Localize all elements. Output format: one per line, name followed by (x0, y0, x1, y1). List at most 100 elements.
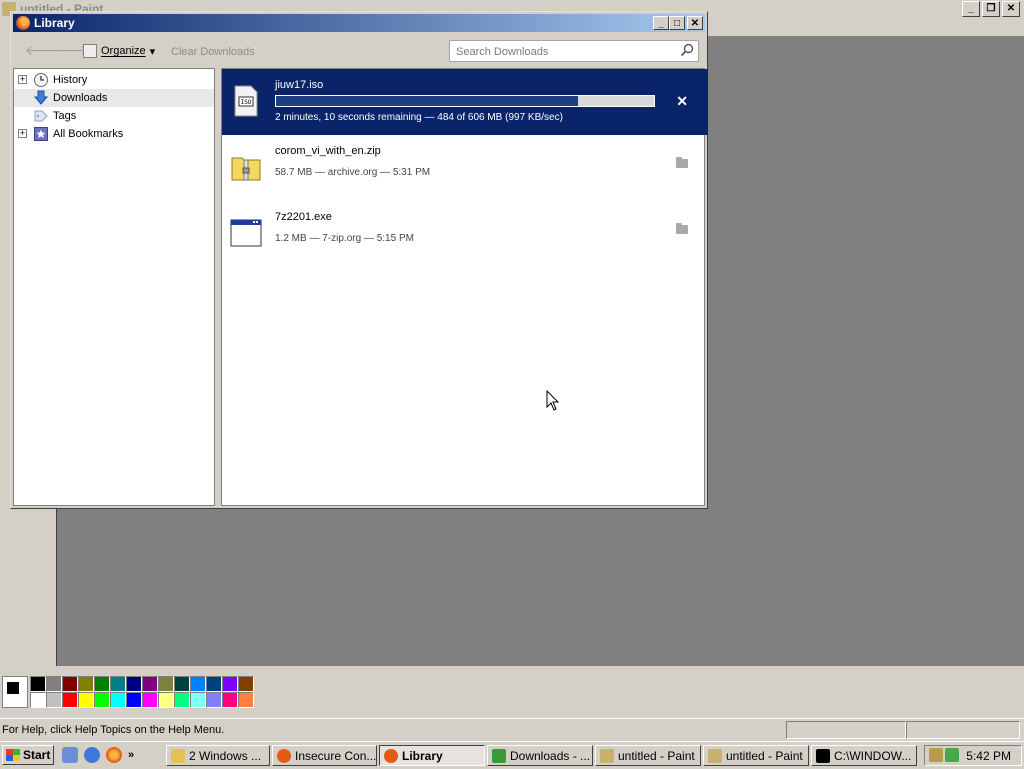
tree-item-all-bookmarks[interactable]: + All Bookmarks (14, 125, 214, 143)
palette-swatch[interactable] (62, 676, 78, 692)
taskbar-button[interactable]: 2 Windows ... (166, 745, 270, 766)
tree-item-tags[interactable]: Tags (14, 107, 214, 125)
open-folder-icon[interactable] (676, 223, 688, 234)
firefox-icon (16, 16, 30, 30)
download-filename: 7z2201.exe (275, 211, 332, 223)
palette-swatch[interactable] (158, 692, 174, 708)
taskbar-button[interactable]: untitled - Paint (595, 745, 701, 766)
downloads-list: ISO jiuw17.iso ✕ 2 minutes, 10 seconds rema… (221, 68, 708, 506)
open-folder-icon[interactable] (676, 157, 688, 168)
download-item[interactable]: 7z2201.exe 1.2 MB — 7-zip.org — 5:15 PM (222, 201, 708, 267)
bookmarks-star-icon (33, 126, 49, 142)
taskbar-button-label: untitled - Paint (726, 748, 803, 763)
download-filename: corom_vi_with_en.zip (275, 145, 381, 157)
clear-downloads-button[interactable]: Clear Downloads (171, 46, 255, 58)
expand-icon[interactable]: + (18, 129, 27, 138)
download-progress-bar (275, 95, 655, 107)
palette-swatch[interactable] (142, 692, 158, 708)
organize-label: Organize (101, 45, 146, 57)
taskbar-button[interactable]: C:\WINDOW... (811, 745, 917, 766)
close-button[interactable]: ✕ (687, 16, 703, 30)
chevron-down-icon: ▾ (149, 45, 156, 58)
clock-icon (33, 72, 49, 88)
system-tray: 5:42 PM (924, 745, 1022, 766)
palette-swatch[interactable] (222, 692, 238, 708)
tree-item-downloads[interactable]: Downloads (14, 89, 214, 107)
zip-archive-icon (230, 151, 262, 183)
download-status: 2 minutes, 10 seconds remaining — 484 of… (275, 112, 563, 123)
library-title-bar[interactable]: Library _ □ ✕ (13, 14, 705, 32)
expand-icon[interactable]: + (18, 75, 27, 84)
paint-minimize-button[interactable]: _ (962, 1, 980, 17)
quick-launch: » (62, 747, 134, 763)
palette-swatch[interactable] (238, 692, 254, 708)
palette-swatch[interactable] (190, 676, 206, 692)
status-cell-size (906, 721, 1020, 739)
paint-restore-button[interactable]: ❐ (982, 1, 1000, 17)
palette-swatch[interactable] (94, 692, 110, 708)
current-colors[interactable] (2, 676, 28, 708)
palette-swatch[interactable] (110, 692, 126, 708)
taskbar-button[interactable]: untitled - Paint (703, 745, 809, 766)
quick-launch-more-icon[interactable]: » (128, 749, 134, 761)
palette-swatch[interactable] (206, 692, 222, 708)
palette-swatch[interactable] (46, 676, 62, 692)
tray-network-icon[interactable] (945, 748, 959, 762)
palette-swatch[interactable] (206, 676, 222, 692)
library-title: Library (34, 16, 75, 30)
mouse-cursor-icon (546, 390, 560, 411)
firefox-icon[interactable] (106, 747, 122, 763)
paint-close-button[interactable]: ✕ (1002, 1, 1020, 17)
organize-icon (83, 44, 97, 58)
palette-swatch[interactable] (126, 692, 142, 708)
palette-swatch[interactable] (110, 676, 126, 692)
taskbar: Start » 2 Windows ... Insecure Con... Libr… (0, 741, 1024, 769)
downloads-icon (492, 748, 506, 763)
palette-swatch[interactable] (78, 692, 94, 708)
internet-explorer-icon[interactable] (84, 747, 100, 763)
download-item[interactable]: corom_vi_with_en.zip 58.7 MB — archive.or… (222, 135, 708, 201)
taskbar-button[interactable]: Insecure Con... (272, 745, 377, 766)
library-window: Library _ □ ✕ 🡐 🡒 Organize ▾ Clear Downl… (10, 11, 708, 509)
palette-swatch[interactable] (190, 692, 206, 708)
palette-swatch[interactable] (46, 692, 62, 708)
tray-app-icon[interactable] (929, 748, 943, 762)
cancel-download-icon[interactable]: ✕ (676, 93, 688, 110)
windows-logo-icon (6, 749, 20, 761)
palette-swatch[interactable] (30, 692, 46, 708)
taskbar-button[interactable]: Downloads - ... (487, 745, 593, 766)
download-status: 58.7 MB — archive.org — 5:31 PM (275, 167, 431, 178)
show-desktop-icon[interactable] (62, 747, 78, 763)
palette-swatch[interactable] (126, 676, 142, 692)
maximize-button[interactable]: □ (669, 16, 685, 30)
start-button[interactable]: Start (2, 745, 54, 765)
palette-swatch[interactable] (94, 676, 110, 692)
taskbar-button[interactable]: Library (379, 745, 485, 766)
search-icon[interactable] (680, 43, 694, 57)
clock[interactable]: 5:42 PM (966, 749, 1011, 763)
taskbar-button-label: C:\WINDOW... (834, 748, 912, 763)
palette-swatch[interactable] (78, 676, 94, 692)
tree-item-label: All Bookmarks (53, 128, 124, 140)
download-arrow-icon (33, 90, 49, 106)
folder-icon (171, 748, 185, 763)
search-input[interactable] (454, 42, 678, 62)
paint-icon (600, 748, 614, 763)
palette-swatch[interactable] (174, 676, 190, 692)
download-filename: jiuw17.iso (275, 79, 324, 91)
organize-button[interactable]: Organize ▾ (83, 44, 155, 58)
palette-swatch[interactable] (142, 676, 158, 692)
palette-swatch[interactable] (158, 676, 174, 692)
palette-swatch[interactable] (238, 676, 254, 692)
palette-swatch[interactable] (222, 676, 238, 692)
palette-swatch[interactable] (62, 692, 78, 708)
download-status: 1.2 MB — 7-zip.org — 5:15 PM (275, 233, 414, 244)
palette-swatch[interactable] (30, 676, 46, 692)
search-box[interactable] (449, 40, 699, 62)
tree-item-history[interactable]: + History (14, 71, 214, 89)
minimize-button[interactable]: _ (653, 16, 669, 30)
paint-icon (708, 748, 722, 763)
color-palette[interactable] (0, 672, 260, 710)
palette-swatch[interactable] (174, 692, 190, 708)
download-item[interactable]: ISO jiuw17.iso ✕ 2 minutes, 10 seconds rema… (222, 69, 708, 135)
